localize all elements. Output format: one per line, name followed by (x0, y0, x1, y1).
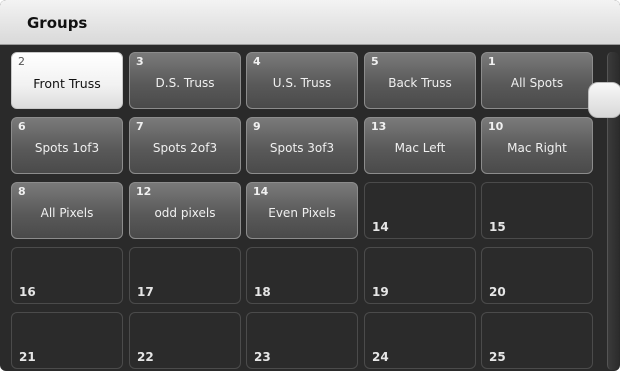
title-bar: Groups (0, 0, 620, 45)
group-number: 6 (18, 120, 26, 133)
group-tile[interactable]: 14 (364, 182, 476, 239)
group-tile[interactable]: 1 All Spots (481, 52, 593, 109)
group-tile[interactable]: 22 (129, 312, 241, 369)
group-tile[interactable]: 19 (364, 247, 476, 304)
group-number: 8 (18, 185, 26, 198)
group-grid: 2 Front Truss 3 D.S. Truss 4 U.S. Truss 5 Back … (11, 52, 601, 371)
group-tile[interactable]: 5 Back Truss (364, 52, 476, 109)
group-label: U.S. Truss (272, 76, 332, 90)
group-tile[interactable]: 7 Spots 2of3 (129, 117, 241, 174)
group-tile[interactable]: 24 (364, 312, 476, 369)
group-label: Spots 1of3 (34, 141, 100, 155)
group-number: 3 (136, 55, 144, 68)
group-tile[interactable]: 21 (11, 312, 123, 369)
group-tile[interactable]: 25 (481, 312, 593, 369)
group-number: 22 (137, 350, 154, 364)
group-number: 12 (136, 185, 152, 198)
group-tile[interactable]: 4 U.S. Truss (246, 52, 358, 109)
group-tile[interactable]: 10 Mac Right (481, 117, 593, 174)
panel-title: Groups (27, 14, 88, 32)
group-tile[interactable]: 2 Front Truss (11, 52, 123, 109)
group-number: 13 (371, 120, 387, 133)
group-label: Even Pixels (268, 206, 336, 220)
group-tile[interactable]: 15 (481, 182, 593, 239)
group-tile[interactable]: 13 Mac Left (364, 117, 476, 174)
group-number: 17 (137, 285, 154, 299)
group-tile[interactable]: 18 (246, 247, 358, 304)
group-tile[interactable]: 14 Even Pixels (246, 182, 358, 239)
group-tile[interactable]: 9 Spots 3of3 (246, 117, 358, 174)
group-label: All Spots (510, 76, 564, 90)
group-number: 10 (488, 120, 504, 133)
scrollbar-thumb[interactable] (588, 82, 620, 118)
group-number: 20 (489, 285, 506, 299)
group-label: D.S. Truss (155, 76, 215, 90)
group-tile[interactable]: 6 Spots 1of3 (11, 117, 123, 174)
group-number: 25 (489, 350, 506, 364)
group-number: 21 (19, 350, 36, 364)
group-number: 4 (253, 55, 261, 68)
group-tile[interactable]: 23 (246, 312, 358, 369)
group-number: 9 (253, 120, 261, 133)
group-number: 5 (371, 55, 379, 68)
group-tile[interactable]: 17 (129, 247, 241, 304)
group-tile[interactable]: 3 D.S. Truss (129, 52, 241, 109)
groups-window: Groups 2 Front Truss 3 D.S. Truss 4 U.S. Trus… (0, 0, 620, 371)
group-label: Mac Right (507, 141, 567, 155)
group-number: 7 (136, 120, 144, 133)
group-label: Back Truss (388, 76, 452, 90)
group-number: 14 (253, 185, 269, 198)
group-label: Front Truss (33, 76, 101, 91)
group-number: 1 (488, 55, 496, 68)
group-number: 2 (18, 55, 25, 68)
group-number: 14 (372, 220, 389, 234)
group-tile[interactable]: 16 (11, 247, 123, 304)
group-label: Mac Left (394, 141, 446, 155)
group-number: 19 (372, 285, 389, 299)
group-number: 15 (489, 220, 506, 234)
group-tile[interactable]: 12 odd pixels (129, 182, 241, 239)
group-tile[interactable]: 8 All Pixels (11, 182, 123, 239)
group-number: 23 (254, 350, 271, 364)
group-label: odd pixels (154, 206, 216, 220)
group-tile[interactable]: 20 (481, 247, 593, 304)
group-label: Spots 2of3 (152, 141, 218, 155)
group-number: 18 (254, 285, 271, 299)
group-label: Spots 3of3 (269, 141, 335, 155)
group-label: All Pixels (40, 206, 94, 220)
group-number: 16 (19, 285, 36, 299)
group-number: 24 (372, 350, 389, 364)
